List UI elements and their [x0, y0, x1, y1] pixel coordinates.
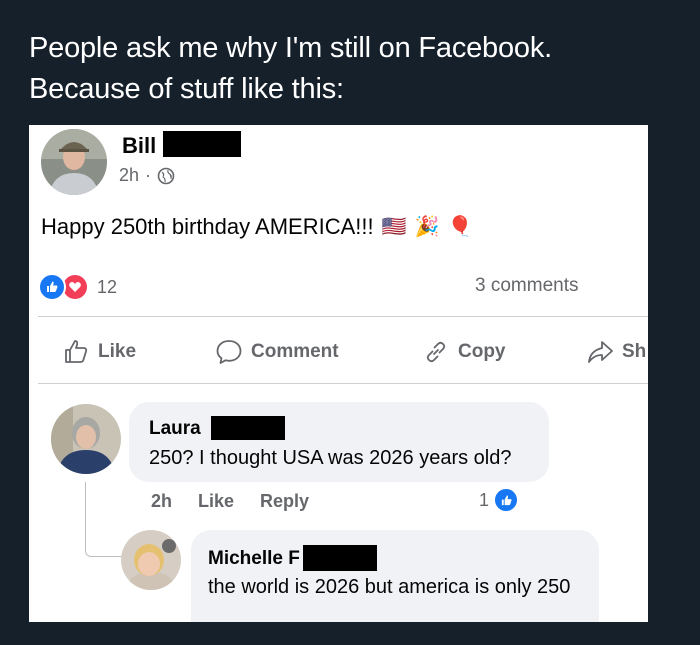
comment-button[interactable]: Comment	[215, 338, 339, 366]
post-body: Happy 250th birthday AMERICA!!! 🇺🇸 🎉 🎈	[41, 214, 472, 240]
us-flag-icon: 🇺🇸	[381, 216, 407, 238]
like-button-label: Like	[98, 341, 137, 362]
divider-bottom	[38, 383, 648, 384]
copy-button-label: Copy	[458, 341, 506, 362]
copy-button[interactable]: Copy	[422, 338, 506, 366]
like-button[interactable]: Like	[62, 338, 136, 366]
reactions-summary[interactable]: 12	[38, 273, 117, 301]
tweet-text: People ask me why I'm still on Facebook.…	[29, 28, 552, 110]
comments-count-link[interactable]: 3 comments	[475, 275, 578, 297]
post-time[interactable]: 2h	[119, 165, 139, 186]
comment-time[interactable]: 2h	[151, 491, 172, 512]
balloon-icon: 🎈	[447, 216, 473, 238]
share-button-label: Sh	[622, 341, 647, 362]
tweet-line-1: People ask me why I'm still on Facebook.	[29, 32, 552, 64]
redacted-surname	[211, 416, 285, 440]
redacted-surname	[163, 131, 241, 157]
comment-like-button[interactable]: Like	[198, 491, 234, 512]
meta-separator: ·	[145, 165, 152, 185]
commenter-avatar-michelle[interactable]	[121, 530, 181, 590]
comment-button-label: Comment	[251, 341, 339, 362]
thumbs-up-icon	[65, 340, 88, 363]
tweet-line-2: Because of stuff like this:	[29, 73, 344, 105]
divider-top	[38, 316, 648, 317]
party-popper-icon: 🎉	[414, 216, 440, 238]
like-reaction-icon	[38, 273, 66, 301]
globe-icon[interactable]	[157, 167, 175, 185]
comment-author-michelle[interactable]: Michelle F	[208, 548, 300, 570]
reaction-count: 12	[97, 276, 118, 297]
comment-actions-laura: 2h Like Reply	[151, 491, 309, 512]
comment-author-laura[interactable]: Laura	[149, 418, 201, 440]
redacted-surname	[303, 545, 377, 571]
comment-reply-button[interactable]: Reply	[260, 491, 309, 512]
comment-icon	[216, 340, 242, 364]
share-button[interactable]: Sh	[586, 338, 646, 366]
post-meta: 2h ·	[119, 165, 175, 186]
like-reaction-icon	[493, 487, 520, 513]
comment-author-initial: F	[288, 548, 300, 569]
comment-bubble-michelle: Michelle F the world is 2026 but america…	[191, 530, 599, 622]
comment-bubble-laura: Laura 250? I thought USA was 2026 years …	[129, 402, 549, 482]
share-icon	[588, 341, 613, 363]
comment-like-number: 1	[479, 489, 490, 510]
comment-text-michelle: the world is 2026 but america is only 25…	[208, 576, 571, 598]
commenter-avatar-laura[interactable]	[51, 404, 121, 474]
comment-author-first-name: Michelle	[208, 548, 283, 569]
comment-text-laura: 250? I thought USA was 2026 years old?	[149, 447, 512, 469]
link-icon	[426, 341, 446, 363]
author-avatar[interactable]	[41, 129, 107, 195]
comment-like-count[interactable]: 1	[479, 487, 520, 513]
facebook-post-screenshot: Bill 2h · Happy 250th birthday AMERICA!!…	[29, 125, 648, 622]
post-author-name[interactable]: Bill	[122, 133, 156, 159]
reply-thread-line	[85, 482, 123, 557]
post-text: Happy 250th birthday AMERICA!!!	[41, 214, 374, 239]
